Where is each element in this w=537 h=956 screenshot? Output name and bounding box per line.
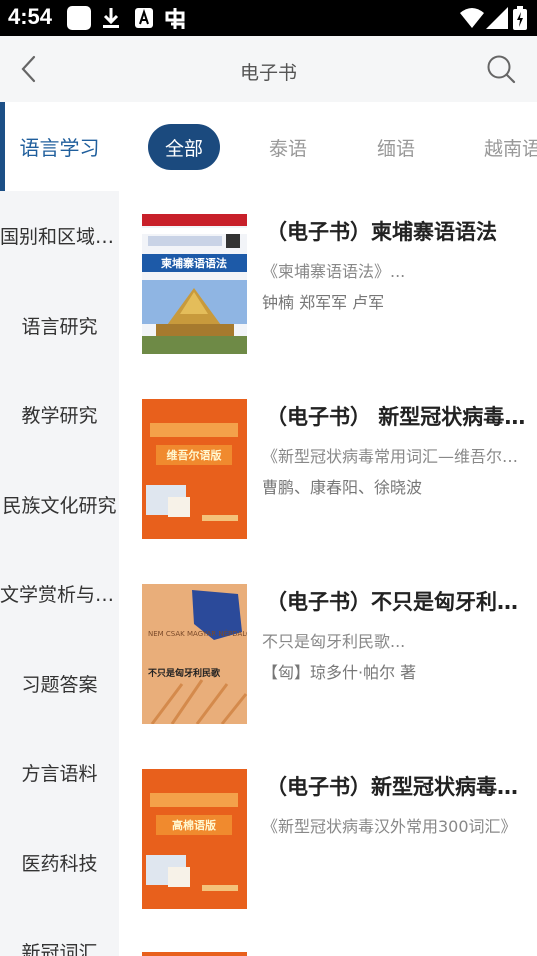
book-author: 钟楠 郑军军 卢军 (262, 293, 385, 312)
wifi-icon (460, 6, 484, 30)
book-item[interactable]: 柬埔寨语语法 （电子书）柬埔寨语语法 《柬埔寨语语法》... 钟楠 郑军军 卢军 (119, 214, 537, 384)
book-item[interactable]: 高棉语版 （电子书）新型冠状病毒汉外常用300词汇 《新型冠状病毒汉外常用300… (119, 769, 537, 939)
category-sidebar: 语言学习 国别和区域研究 语言研究 教学研究 民族文化研究 文学赏析与研究 习题… (0, 102, 119, 956)
sidebar-item-medical-tech[interactable]: 医药科技 (0, 818, 119, 907)
book-description: 《新型冠状病毒汉外常用300词汇》 (262, 817, 517, 836)
sidebar-item-exercise-answers[interactable]: 习题答案 (0, 639, 119, 728)
book-item[interactable]: NEM CSAK MAGYAR NÉPDALOK 不只是匈牙利民歌 （电子书）不… (119, 584, 537, 754)
sidebar-item-literature[interactable]: 文学赏析与研究 (0, 549, 119, 638)
book-cover[interactable] (142, 952, 247, 956)
status-bar: 4:54 (0, 0, 537, 36)
sidebar-item-language-research[interactable]: 语言研究 (0, 281, 119, 370)
cover-title-text: 柬埔寨语语法 (161, 256, 227, 270)
sidebar-item-teaching-research[interactable]: 教学研究 (0, 370, 119, 459)
book-cover[interactable]: NEM CSAK MAGYAR NÉPDALOK 不只是匈牙利民歌 (142, 584, 247, 724)
book-description: 《柬埔寨语语法》... (262, 262, 406, 281)
book-title[interactable]: （电子书）新型冠状病毒汉外常用300词汇 (266, 771, 531, 801)
battery-icon (513, 6, 527, 30)
sidebar-item-country-region[interactable]: 国别和区域研究 (0, 191, 119, 280)
page-title: 电子书 (239, 62, 297, 84)
sidebar-item-covid-vocab[interactable]: 新冠词汇 (0, 907, 119, 956)
tab-thai[interactable]: 泰语 (269, 124, 307, 170)
square-icon (67, 6, 91, 30)
cover-title-text: 不只是匈牙利民歌 (148, 667, 221, 679)
book-cover[interactable]: 柬埔寨语语法 (142, 214, 247, 354)
search-button[interactable] (484, 52, 518, 86)
tab-all[interactable]: 全部 (148, 124, 220, 170)
book-cover[interactable]: 高棉语版 (142, 769, 247, 909)
book-title[interactable]: （电子书）不只是匈牙利民歌 (266, 586, 531, 616)
cover-subtitle-text: NEM CSAK MAGYAR NÉPDALOK (148, 629, 247, 638)
app-icon (162, 6, 188, 30)
a-icon (134, 6, 154, 30)
sidebar-item-language-learning[interactable]: 语言学习 (0, 102, 119, 191)
search-icon (487, 55, 516, 84)
signal-icon (486, 6, 508, 30)
book-author: 曹鹏、康春阳、徐晓波 (262, 478, 423, 497)
book-title[interactable]: （电子书） 新型冠状病毒常用词汇 (266, 401, 531, 431)
status-time: 4:54 (8, 4, 53, 29)
book-title[interactable]: （电子书）柬埔寨语语法 (266, 216, 531, 246)
cover-title-text: 维吾尔语版 (167, 448, 222, 462)
book-author: 【匈】琼多什·帕尔 著 (262, 663, 417, 682)
language-tabs: 全部 泰语 缅语 越南语 (119, 102, 537, 192)
tab-vietnamese[interactable]: 越南语 (484, 124, 537, 170)
sidebar-item-ethnic-culture[interactable]: 民族文化研究 (0, 460, 119, 549)
sidebar-item-dialect-corpus[interactable]: 方言语料 (0, 728, 119, 817)
cover-title-text: 高棉语版 (172, 818, 216, 832)
top-bar: 电子书 (0, 36, 537, 102)
tab-burmese[interactable]: 缅语 (377, 124, 415, 170)
book-item[interactable]: 维吾尔语版 （电子书） 新型冠状病毒常用词汇 《新型冠状病毒常用词汇—维吾尔语版… (119, 399, 537, 569)
book-description: 不只是匈牙利民歌... (262, 632, 406, 651)
download-icon (100, 6, 122, 30)
book-description: 《新型冠状病毒常用词汇—维吾尔语版》 (262, 447, 524, 466)
book-cover[interactable]: 维吾尔语版 (142, 399, 247, 539)
